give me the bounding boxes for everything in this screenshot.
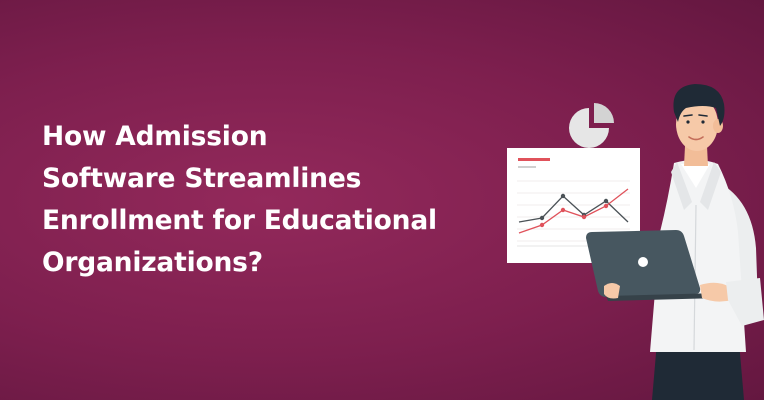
headline-line-2: Software Streamlines <box>42 163 362 194</box>
person-illustration <box>507 84 764 400</box>
headline-line-1: How Admission <box>42 121 268 152</box>
headline: How Admission Software Streamlines Enrol… <box>42 116 482 284</box>
pie-chart-icon <box>569 103 614 148</box>
headline-line-4: Organizations? <box>42 247 263 278</box>
headline-line-3: Enrollment for Educational <box>42 205 437 236</box>
hero-banner: How Admission Software Streamlines Enrol… <box>0 0 764 400</box>
hand-left <box>604 283 620 299</box>
